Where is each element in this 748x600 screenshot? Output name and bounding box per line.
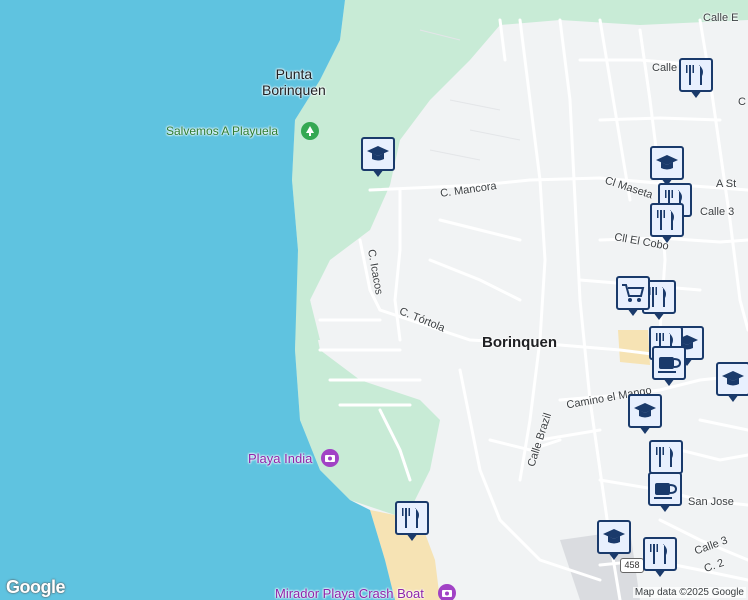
fork-knife-icon xyxy=(657,210,674,230)
graduation-cap-icon xyxy=(603,529,625,544)
place-label-borinquen: Borinquen xyxy=(482,334,557,351)
coffee-cup-icon xyxy=(658,357,682,373)
poi-label-mirador[interactable]: Mirador Playa Crash Boat xyxy=(275,586,424,600)
graduation-cap-icon xyxy=(722,371,744,386)
restaurant-marker[interactable] xyxy=(395,501,429,541)
street-label-calle-3: Calle 3 xyxy=(700,206,735,218)
google-logo: Google xyxy=(6,577,66,597)
school-marker[interactable] xyxy=(650,146,684,186)
map-canvas[interactable]: Punta Borinquen Borinquen Salvemos A Pla… xyxy=(0,0,748,600)
camera-icon[interactable] xyxy=(321,449,339,467)
school-marker[interactable] xyxy=(361,137,395,177)
school-marker[interactable] xyxy=(597,520,631,560)
restaurant-marker[interactable] xyxy=(650,203,684,243)
coffee-cup-icon xyxy=(654,483,678,499)
fork-knife-icon xyxy=(650,544,667,564)
restaurant-marker[interactable] xyxy=(643,537,677,577)
route-shield: 458 xyxy=(620,558,644,573)
graduation-cap-icon xyxy=(656,155,678,170)
street-label-edge: C xyxy=(738,96,746,108)
map-attribution: Map data ©2025 Google xyxy=(632,587,746,598)
tree-icon[interactable] xyxy=(301,122,319,140)
fork-knife-icon xyxy=(402,508,419,528)
restaurant-marker[interactable] xyxy=(679,58,713,98)
camera-icon[interactable] xyxy=(438,584,456,600)
street-label-calle: Calle xyxy=(652,62,678,74)
fork-knife-icon xyxy=(656,447,673,467)
school-marker[interactable] xyxy=(716,362,748,402)
fork-knife-icon xyxy=(686,65,703,85)
street-label-san-jose: San Jose xyxy=(688,496,734,508)
graduation-cap-icon xyxy=(634,403,656,418)
street-label-calle-e: Calle E xyxy=(703,12,739,24)
poi-label-playa-india[interactable]: Playa India xyxy=(248,451,312,466)
school-marker[interactable] xyxy=(628,394,662,434)
street-label-a-st: A St xyxy=(716,178,737,190)
cafe-marker[interactable] xyxy=(648,472,682,512)
shopping-marker[interactable] xyxy=(616,276,650,316)
cafe-marker[interactable] xyxy=(652,346,686,386)
shopping-cart-icon xyxy=(622,284,645,302)
graduation-cap-icon xyxy=(367,146,389,161)
poi-label-salvemos[interactable]: Salvemos A Playuela xyxy=(166,124,278,138)
place-label-punta-borinquen: Punta Borinquen xyxy=(262,66,326,98)
